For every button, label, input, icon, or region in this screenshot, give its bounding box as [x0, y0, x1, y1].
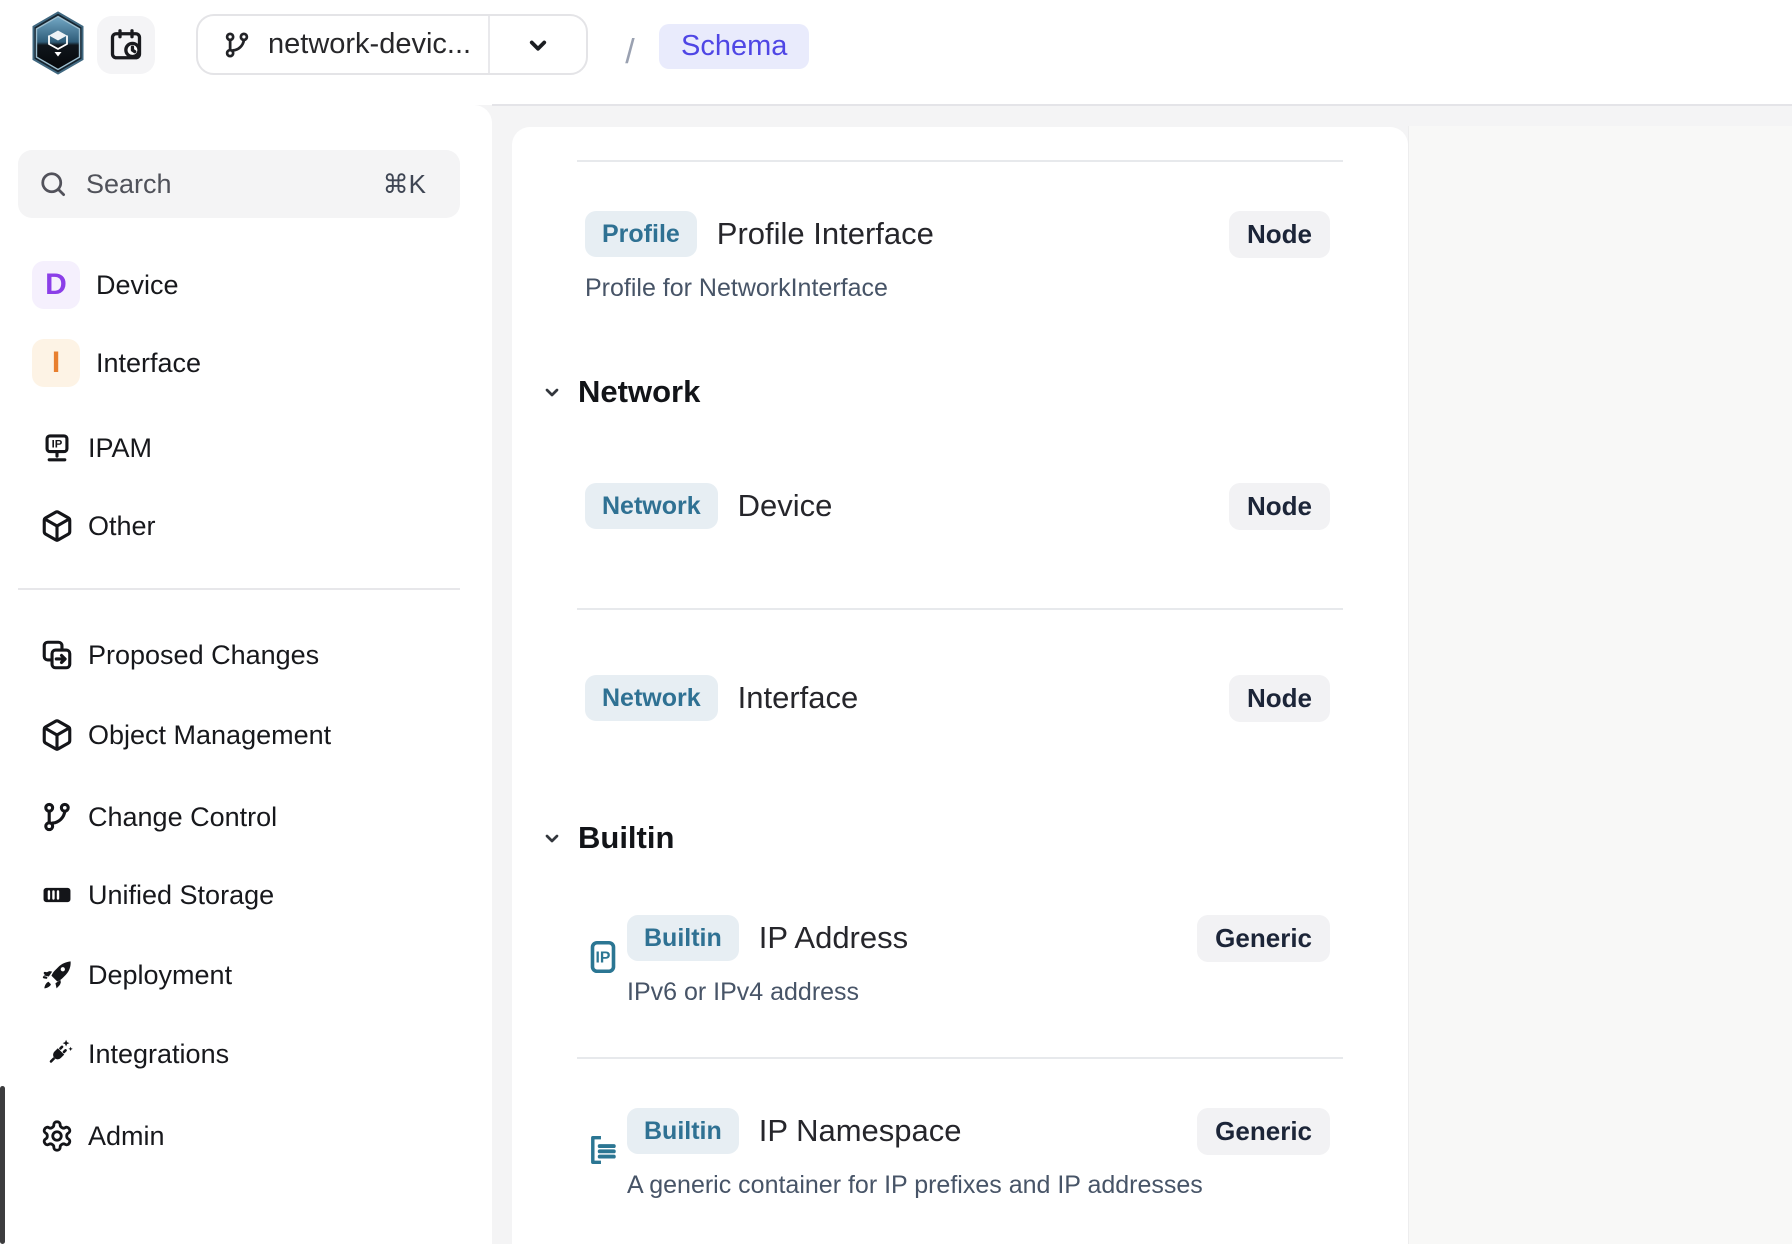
- interface-letter-avatar: I: [32, 339, 80, 387]
- ip-namespace-icon: [585, 1132, 621, 1168]
- sidebar-item-label: Interface: [96, 348, 201, 379]
- sidebar-item-label: Deployment: [88, 960, 232, 991]
- proposed-changes-icon: [40, 638, 74, 672]
- sidebar-item-object-management[interactable]: Object Management: [0, 707, 492, 763]
- schema-list-panel: Profile Profile Interface Node Profile f…: [512, 127, 1408, 1244]
- namespace-badge: Network: [585, 483, 718, 529]
- breadcrumb-separator: /: [608, 0, 652, 105]
- sidebar-item-deployment[interactable]: Deployment: [0, 947, 492, 1003]
- plug-icon: [40, 1037, 74, 1071]
- svg-text:IP: IP: [596, 949, 611, 966]
- kind-badge: Generic: [1197, 1108, 1330, 1155]
- kind-badge: Node: [1229, 675, 1330, 722]
- schema-description: IPv6 or IPv4 address: [627, 977, 1330, 1007]
- chevron-down-icon: [540, 380, 564, 404]
- search-placeholder: Search: [86, 169, 383, 200]
- git-branch-icon: [222, 30, 252, 60]
- schema-description: Profile for NetworkInterface: [585, 273, 1330, 303]
- detail-pane-empty: [1408, 126, 1792, 1244]
- ip-address-icon: IP: [585, 939, 621, 975]
- list-divider: [577, 1057, 1343, 1059]
- sidebar-item-change-control[interactable]: Change Control: [0, 789, 492, 845]
- sidebar-item-label: Change Control: [88, 802, 277, 833]
- branch-current[interactable]: network-devic...: [198, 16, 490, 73]
- device-letter-avatar: D: [32, 261, 80, 309]
- schema-row-profile-interface[interactable]: Profile Profile Interface Node Profile f…: [585, 210, 1330, 303]
- schema-title: IP Address: [759, 920, 908, 956]
- namespace-badge: Builtin: [627, 915, 739, 961]
- namespace-badge: Network: [585, 675, 718, 721]
- chevron-down-icon: [540, 826, 564, 850]
- schema-title: IP Namespace: [759, 1113, 962, 1149]
- sidebar-item-device[interactable]: D Device: [0, 257, 492, 313]
- sidebar-item-label: IPAM: [88, 433, 152, 464]
- sidebar-item-other[interactable]: Other: [0, 498, 492, 554]
- section-header-builtin[interactable]: Builtin: [540, 816, 674, 860]
- sidebar-item-proposed-changes[interactable]: Proposed Changes: [0, 627, 492, 683]
- sidebar-divider: [18, 588, 460, 590]
- rocket-icon: [40, 958, 74, 992]
- kind-badge: Node: [1229, 483, 1330, 530]
- ipam-icon: IP: [40, 431, 74, 465]
- schema-title: Device: [738, 488, 833, 524]
- sidebar: Search ⌘K D Device I Interface IP IPAM O…: [0, 105, 492, 1244]
- app-root: { "topbar": { "branch_label": "network-d…: [0, 0, 1792, 1244]
- section-label: Network: [578, 374, 700, 410]
- sidebar-item-label: Proposed Changes: [88, 640, 319, 671]
- infrahub-logo-icon: [30, 11, 86, 75]
- sidebar-item-label: Integrations: [88, 1039, 229, 1070]
- topbar-divider: [492, 104, 1792, 106]
- namespace-badge: Profile: [585, 211, 697, 257]
- schema-description: A generic container for IP prefixes and …: [627, 1170, 1330, 1200]
- schema-title: Profile Interface: [717, 216, 934, 252]
- breadcrumb-page-schema[interactable]: Schema: [659, 24, 809, 69]
- branch-name: network-devic...: [268, 28, 471, 61]
- section-header-network[interactable]: Network: [540, 370, 700, 414]
- app-logo[interactable]: [30, 11, 86, 75]
- schema-title: Interface: [738, 680, 859, 716]
- schema-row-interface[interactable]: Network Interface Node: [585, 674, 1330, 722]
- cube-icon: [40, 509, 74, 543]
- time-travel-button[interactable]: [97, 16, 155, 74]
- sidebar-item-interface[interactable]: I Interface: [0, 335, 492, 391]
- sidebar-item-label: Other: [88, 511, 156, 542]
- branch-dropdown-toggle[interactable]: [490, 16, 586, 73]
- list-divider: [577, 160, 1343, 162]
- search-input[interactable]: Search ⌘K: [18, 150, 460, 218]
- gear-icon: [40, 1119, 74, 1153]
- schema-row-ip-namespace[interactable]: Builtin IP Namespace Generic A generic c…: [585, 1107, 1330, 1200]
- sidebar-item-integrations[interactable]: Integrations: [0, 1026, 492, 1082]
- kind-badge: Generic: [1197, 915, 1330, 962]
- svg-text:IP: IP: [52, 439, 63, 451]
- sidebar-item-label: Object Management: [88, 720, 331, 751]
- storage-icon: [40, 878, 74, 912]
- sidebar-item-admin[interactable]: Admin: [0, 1108, 492, 1164]
- scrollbar-thumb[interactable]: [0, 1086, 5, 1244]
- chevron-down-icon: [523, 30, 553, 60]
- calendar-clock-icon: [108, 27, 144, 63]
- schema-row-ip-address[interactable]: IP Builtin IP Address Generic IPv6 or IP…: [585, 914, 1330, 1007]
- search-shortcut: ⌘K: [383, 169, 426, 200]
- git-branch-icon: [40, 800, 74, 834]
- list-divider: [577, 608, 1343, 610]
- sidebar-item-label: Admin: [88, 1121, 165, 1152]
- sidebar-item-label: Device: [96, 270, 179, 301]
- search-icon: [38, 169, 68, 199]
- sidebar-item-ipam[interactable]: IP IPAM: [0, 420, 492, 476]
- kind-badge: Node: [1229, 211, 1330, 258]
- schema-row-device[interactable]: Network Device Node: [585, 482, 1330, 530]
- cube-icon: [40, 718, 74, 752]
- section-label: Builtin: [578, 820, 674, 856]
- sidebar-item-unified-storage[interactable]: Unified Storage: [0, 867, 492, 923]
- top-bar: network-devic... / Schema: [0, 0, 1792, 105]
- namespace-badge: Builtin: [627, 1108, 739, 1154]
- sidebar-item-label: Unified Storage: [88, 880, 274, 911]
- branch-selector[interactable]: network-devic...: [196, 14, 588, 75]
